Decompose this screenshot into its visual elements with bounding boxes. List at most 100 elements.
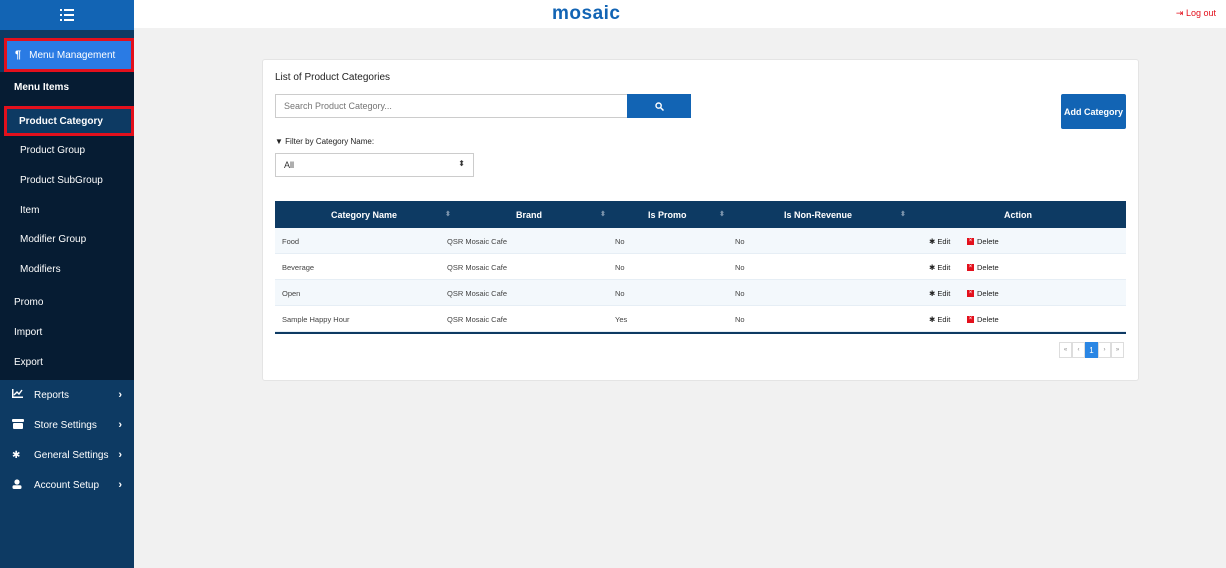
gear-icon: ✱ xyxy=(929,263,937,272)
sidebar-item-item[interactable]: Item xyxy=(0,195,134,225)
sort-icon[interactable]: ⬍ xyxy=(445,210,451,218)
edit-button[interactable]: ✱ Edit xyxy=(929,254,950,280)
delete-label: Delete xyxy=(977,315,999,324)
cell-brand: QSR Mosaic Cafe xyxy=(447,228,507,254)
pagination: « ‹ 1 › » xyxy=(1059,342,1124,358)
table-header: Category Name ⬍ Brand ⬍ Is Promo ⬍ Is No… xyxy=(275,201,1126,228)
cell-is-promo: No xyxy=(615,280,625,306)
sort-icon[interactable]: ⬍ xyxy=(600,210,606,218)
categories-table: Category Name ⬍ Brand ⬍ Is Promo ⬍ Is No… xyxy=(275,201,1126,334)
sidebar-item-export[interactable]: Export xyxy=(0,347,134,377)
gear-icon: ✱ xyxy=(929,289,937,298)
sidebar-item-modifier-group[interactable]: Modifier Group xyxy=(0,224,134,254)
top-header: mosaic ⇥ Log out xyxy=(134,0,1226,28)
cell-is-promo: No xyxy=(615,228,625,254)
list-icon xyxy=(60,9,74,21)
sidebar-item-menu-items[interactable]: Menu Items xyxy=(0,72,134,102)
edit-label: Edit xyxy=(937,289,950,298)
logout-link[interactable]: ⇥ Log out xyxy=(1176,8,1216,19)
edit-button[interactable]: ✱ Edit xyxy=(929,280,950,306)
close-icon: × xyxy=(967,316,974,323)
cell-category-name: Beverage xyxy=(282,254,314,280)
page-prev-button[interactable]: ‹ xyxy=(1072,342,1085,358)
select-arrows-icon: ⬍ xyxy=(458,159,465,168)
column-header-brand[interactable]: Brand xyxy=(516,201,542,228)
sidebar-item-menu-management[interactable]: ¶ Menu Management xyxy=(4,38,134,72)
table-body: Food QSR Mosaic Cafe No No ✱ Edit ×Delet… xyxy=(275,228,1126,332)
gear-icon: ✱ xyxy=(929,315,937,324)
filter-selected-value: All xyxy=(284,160,294,170)
page-title: List of Product Categories xyxy=(275,72,390,83)
logout-label: Log out xyxy=(1186,8,1216,18)
edit-button[interactable]: ✱ Edit xyxy=(929,306,950,332)
sidebar-item-label: Modifiers xyxy=(20,264,61,275)
sidebar-item-account-setup[interactable]: Account Setup › xyxy=(0,470,134,500)
table-row: Beverage QSR Mosaic Cafe No No ✱ Edit ×D… xyxy=(275,254,1126,280)
sidebar-item-label: Menu Management xyxy=(29,50,115,61)
chevron-right-icon: › xyxy=(118,479,122,491)
page-next-button[interactable]: › xyxy=(1098,342,1111,358)
close-icon: × xyxy=(967,290,974,297)
edit-button[interactable]: ✱ Edit xyxy=(929,228,950,254)
cell-is-non-revenue: No xyxy=(735,254,745,280)
sign-out-icon: ⇥ xyxy=(1176,8,1184,18)
cell-brand: QSR Mosaic Cafe xyxy=(447,280,507,306)
chart-icon xyxy=(12,389,26,401)
sidebar-item-label: Account Setup xyxy=(34,480,99,491)
delete-button[interactable]: ×Delete xyxy=(967,228,999,254)
sidebar-item-label: Product Group xyxy=(20,145,85,156)
sidebar-item-product-subgroup[interactable]: Product SubGroup xyxy=(0,165,134,195)
sidebar-item-modifiers[interactable]: Modifiers xyxy=(0,254,134,284)
sort-icon[interactable]: ⬍ xyxy=(719,210,725,218)
edit-label: Edit xyxy=(937,263,950,272)
sidebar-item-promo[interactable]: Promo xyxy=(0,287,134,317)
search-button[interactable] xyxy=(627,94,691,118)
close-icon: × xyxy=(967,264,974,271)
filter-icon: ▼ xyxy=(275,137,283,146)
add-category-button[interactable]: Add Category xyxy=(1061,94,1126,129)
sidebar-toggle[interactable] xyxy=(0,0,134,30)
chevron-right-icon: › xyxy=(118,449,122,461)
column-label: Category Name xyxy=(331,210,397,220)
table-row: Food QSR Mosaic Cafe No No ✱ Edit ×Delet… xyxy=(275,228,1126,254)
cell-category-name: Sample Happy Hour xyxy=(282,306,350,332)
cell-is-non-revenue: No xyxy=(735,280,745,306)
category-filter-select[interactable]: All ⬍ xyxy=(275,153,474,177)
sort-icon[interactable]: ⬍ xyxy=(900,210,906,218)
delete-button[interactable]: ×Delete xyxy=(967,254,999,280)
sidebar-item-label: Product Category xyxy=(19,116,103,127)
chevron-right-icon: › xyxy=(118,389,122,401)
sidebar-item-reports[interactable]: Reports › xyxy=(0,380,134,410)
sidebar-item-import[interactable]: Import xyxy=(0,317,134,347)
user-icon xyxy=(12,479,26,492)
gear-icon: ✱ xyxy=(12,450,26,461)
sidebar-item-store-settings[interactable]: Store Settings › xyxy=(0,410,134,440)
sidebar-item-product-group[interactable]: Product Group xyxy=(0,135,134,165)
sidebar-item-label: Item xyxy=(20,205,39,216)
search-input[interactable] xyxy=(275,94,628,118)
column-header-is-promo[interactable]: Is Promo xyxy=(648,201,687,228)
sidebar-item-label: General Settings xyxy=(34,450,109,461)
chevron-right-icon: › xyxy=(118,419,122,431)
column-label: Is Promo xyxy=(648,210,687,220)
cell-is-promo: No xyxy=(615,254,625,280)
sidebar-item-label: Export xyxy=(14,357,43,368)
table-row: Sample Happy Hour QSR Mosaic Cafe Yes No… xyxy=(275,306,1126,332)
delete-button[interactable]: ×Delete xyxy=(967,306,999,332)
column-label: Action xyxy=(1004,210,1032,220)
page-first-button[interactable]: « xyxy=(1059,342,1072,358)
column-header-action: Action xyxy=(1004,201,1032,228)
sidebar-item-general-settings[interactable]: ✱ General Settings › xyxy=(0,440,134,470)
column-header-is-non-revenue[interactable]: Is Non-Revenue xyxy=(784,201,852,228)
page-1-button[interactable]: 1 xyxy=(1085,342,1098,358)
sidebar-item-product-category[interactable]: Product Category xyxy=(4,106,134,136)
brand-logo[interactable]: mosaic xyxy=(552,3,620,25)
page-last-button[interactable]: » xyxy=(1111,342,1124,358)
column-header-category-name[interactable]: Category Name xyxy=(331,201,397,228)
delete-button[interactable]: ×Delete xyxy=(967,280,999,306)
cell-category-name: Open xyxy=(282,280,300,306)
delete-label: Delete xyxy=(977,289,999,298)
filter-label-text: Filter by Category Name: xyxy=(285,137,374,146)
column-label: Brand xyxy=(516,210,542,220)
gear-icon: ✱ xyxy=(929,237,937,246)
